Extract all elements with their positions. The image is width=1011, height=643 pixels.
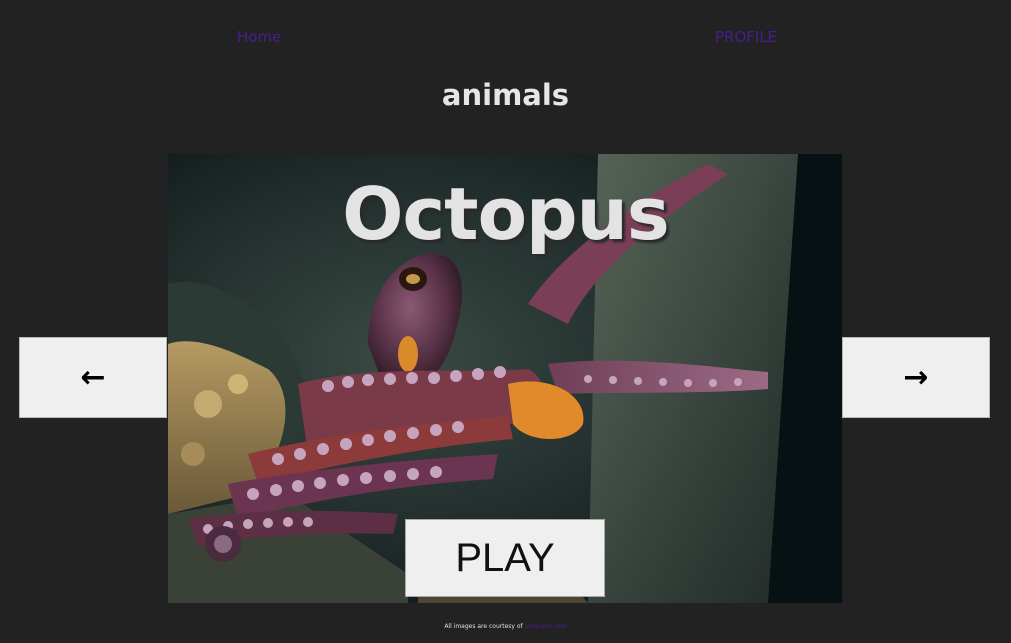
- image-credit: All images are courtesy of Unsplash.com: [0, 623, 1011, 630]
- animal-name-title: Octopus: [342, 172, 669, 256]
- nav-profile-link[interactable]: PROFILE: [715, 28, 777, 46]
- credit-text: All images are courtesy of: [444, 623, 523, 630]
- category-title: animals: [441, 78, 570, 112]
- credit-link[interactable]: Unsplash.com: [525, 623, 567, 630]
- nav-home-link[interactable]: Home: [237, 28, 281, 46]
- play-button[interactable]: PLAY: [405, 519, 605, 597]
- next-button[interactable]: →: [842, 337, 990, 418]
- arrow-left-icon: ←: [80, 359, 106, 395]
- arrow-right-icon: →: [903, 359, 929, 395]
- page: Home PROFILE animals Octopus ← → PLAY Al…: [0, 0, 1011, 643]
- previous-button[interactable]: ←: [19, 337, 167, 418]
